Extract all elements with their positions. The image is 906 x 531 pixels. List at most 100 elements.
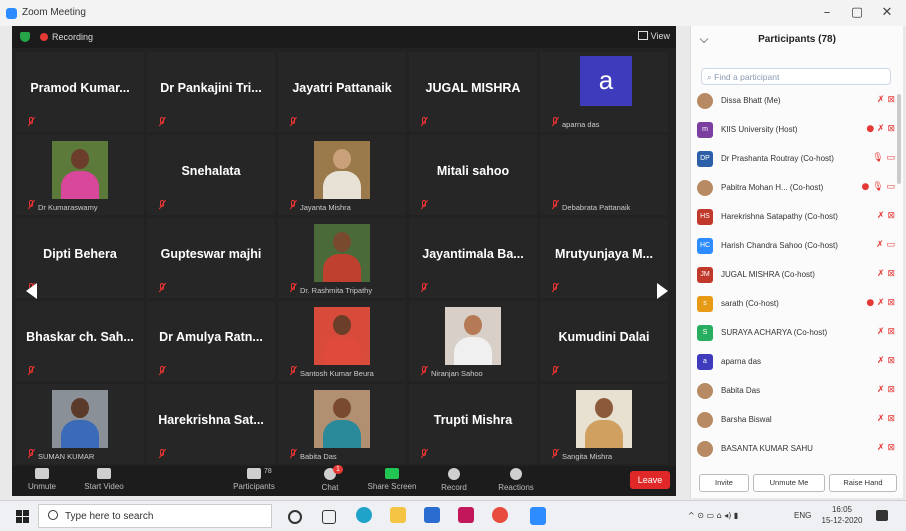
muted-mic-icon	[28, 449, 34, 459]
participant-video-tile[interactable]: Dr Amulya Ratn...	[147, 301, 275, 381]
record-button[interactable]: Record	[424, 468, 484, 492]
participant-tile-name: Snehalata	[181, 164, 241, 178]
opera-browser-icon[interactable]	[492, 507, 508, 523]
participants-footer: Invite Unmute Me Raise Hand	[691, 472, 903, 494]
participant-list-item[interactable]: a aparna das ✗ ⊠	[691, 351, 903, 373]
participant-video-tile[interactable]: JUGAL MISHRA	[409, 52, 537, 132]
invite-button[interactable]: Invite	[699, 474, 749, 492]
muted-mic-icon	[28, 200, 34, 210]
raise-hand-button[interactable]: Raise Hand	[829, 474, 897, 492]
language-indicator[interactable]: ENG	[794, 511, 811, 520]
participant-video-tile[interactable]: Mitali sahoo	[409, 135, 537, 215]
participant-status-icons: ✗ ⊠	[877, 327, 895, 337]
participant-video-tile[interactable]: Kumudini Dalai	[540, 301, 668, 381]
mail-icon[interactable]	[458, 507, 474, 523]
cortana-icon[interactable]	[288, 510, 302, 524]
participant-video-tile[interactable]: Niranjan Sahoo	[409, 301, 537, 381]
participant-name: Dr Prashanta Routray (Co-host)	[721, 154, 834, 163]
zoom-taskbar-icon[interactable]	[530, 507, 546, 525]
maximize-button[interactable]: ▢	[842, 3, 872, 23]
participant-video-tile[interactable]: Jayantimala Ba...	[409, 218, 537, 298]
participant-video-tile[interactable]: Pramod Kumar...	[16, 52, 144, 132]
close-button[interactable]: ✕	[872, 3, 902, 23]
participant-list-item[interactable]: m KIIS University (Host) ● ✗ ⊠	[691, 119, 903, 141]
participant-list-item[interactable]: BASANTA KUMAR SAHU ✗ ⊠	[691, 438, 903, 460]
participant-list-item[interactable]: S SURAYA ACHARYA (Co-host) ✗ ⊠	[691, 322, 903, 344]
file-explorer-icon[interactable]	[390, 507, 406, 523]
participant-video-tile[interactable]: Dr. Rashmita Tripathy	[278, 218, 406, 298]
participant-list-scrollbar[interactable]	[897, 94, 901, 184]
chat-button[interactable]: 1 Chat	[300, 465, 360, 492]
participant-video-tile[interactable]: Gupteswar majhi	[147, 218, 275, 298]
store-icon[interactable]	[424, 507, 440, 523]
participant-avatar	[697, 180, 713, 196]
unmute-icon	[35, 468, 49, 479]
reactions-button[interactable]: Reactions	[486, 468, 546, 492]
participant-list-item[interactable]: Babita Das ✗ ⊠	[691, 380, 903, 402]
muted-mic-icon	[421, 449, 427, 459]
windows-start-icon[interactable]	[16, 510, 29, 523]
participant-video-tile[interactable]: Jayatri Pattanaik	[278, 52, 406, 132]
participant-video-tile[interactable]: Babita Das	[278, 384, 406, 464]
participant-avatar	[697, 441, 713, 457]
participant-video-tile[interactable]: Trupti Mishra	[409, 384, 537, 464]
windows-taskbar: Type here to search ^ ⊙ ▭ ⌂ ◂) ▮ ENG 16:…	[0, 500, 906, 531]
participant-video-tile[interactable]: Dr Pankajini Tri...	[147, 52, 275, 132]
participant-name: KIIS University (Host)	[721, 125, 798, 134]
view-button[interactable]: View	[637, 31, 670, 41]
participant-video-tile[interactable]: a aparna das	[540, 52, 668, 132]
participant-status-icons: ✗ ⊠	[877, 211, 895, 221]
participant-video-tile[interactable]: Jayanta Mishra	[278, 135, 406, 215]
participants-panel: Participants (78) ⌕ Find a participant D…	[690, 26, 903, 498]
reactions-icon	[510, 468, 522, 480]
security-shield-icon[interactable]	[20, 32, 30, 42]
unmute-me-button[interactable]: Unmute Me	[753, 474, 825, 492]
participant-video-tile[interactable]: Debabrata Pattanaik	[540, 135, 668, 215]
participant-video-tile[interactable]: Bhaskar ch. Sah...	[16, 301, 144, 381]
participant-tile-label: SUMAN KUMAR	[38, 452, 95, 461]
taskbar-clock[interactable]: 16:05 15-12-2020	[820, 504, 864, 526]
participant-status-icons: ● ✗ ⊠	[866, 298, 895, 308]
edge-browser-icon[interactable]	[356, 507, 372, 523]
participant-video-tile[interactable]: Mrutyunjaya M...	[540, 218, 668, 298]
participant-video-tile[interactable]: Santosh Kumar Beura	[278, 301, 406, 381]
task-view-icon[interactable]	[322, 510, 336, 524]
participant-video-tile[interactable]: Harekrishna Sat...	[147, 384, 275, 464]
participant-list-item[interactable]: DP Dr Prashanta Routray (Co-host) 🎙 ▭	[691, 148, 903, 170]
participant-list-item[interactable]: JM JUGAL MISHRA (Co-host) ✗ ⊠	[691, 264, 903, 286]
next-page-arrow-icon[interactable]	[657, 283, 668, 299]
muted-mic-icon	[290, 366, 296, 376]
participant-tile-name: Mitali sahoo	[436, 164, 510, 178]
participant-list-item[interactable]: HC Harish Chandra Sahoo (Co-host) ✗ ▭	[691, 235, 903, 257]
participant-video-tile[interactable]: Snehalata	[147, 135, 275, 215]
participant-search-input[interactable]: ⌕ Find a participant	[701, 68, 891, 85]
participant-list-item[interactable]: Barsha Biswal ✗ ⊠	[691, 409, 903, 431]
unmute-button[interactable]: Unmute	[12, 468, 72, 491]
participants-button[interactable]: 78 Participants	[224, 468, 284, 491]
participant-video-feed	[314, 307, 370, 365]
system-tray-icons[interactable]: ^ ⊙ ▭ ⌂ ◂) ▮	[688, 511, 738, 520]
muted-mic-icon	[28, 117, 34, 127]
muted-mic-icon	[421, 117, 427, 127]
participant-tile-name: Trupti Mishra	[433, 413, 513, 427]
previous-page-arrow-icon[interactable]	[26, 283, 37, 299]
participant-video-tile[interactable]: SUMAN KUMAR	[16, 384, 144, 464]
participant-video-tile[interactable]: Dr Kumaraswamy	[16, 135, 144, 215]
participant-list-item[interactable]: Dissa Bhatt (Me) ✗ ⊠	[691, 90, 903, 112]
minimize-button[interactable]: –	[812, 3, 842, 23]
participant-list-item[interactable]: HS Harekrishna Satapathy (Co-host) ✗ ⊠	[691, 206, 903, 228]
participant-list: Dissa Bhatt (Me) ✗ ⊠ m KIIS University (Hos…	[691, 90, 903, 460]
participant-list-item[interactable]: s sarath (Co-host) ● ✗ ⊠	[691, 293, 903, 315]
participants-icon: 78	[247, 468, 272, 479]
leave-button[interactable]: Leave	[630, 471, 670, 489]
notification-center-icon[interactable]	[876, 510, 888, 521]
participant-name: Pabitra Mohan H... (Co-host)	[721, 183, 824, 192]
participant-name: BASANTA KUMAR SAHU	[721, 444, 813, 453]
start-video-button[interactable]: Start Video	[74, 468, 134, 491]
taskbar-search-box[interactable]: Type here to search	[38, 504, 272, 528]
participant-search-placeholder: Find a participant	[714, 72, 780, 82]
participant-video-tile[interactable]: Sangita Mishra	[540, 384, 668, 464]
muted-mic-icon	[159, 366, 165, 376]
share-screen-button[interactable]: Share Screen	[362, 468, 422, 491]
participant-list-item[interactable]: Pabitra Mohan H... (Co-host) ● 🎙 ▭	[691, 177, 903, 199]
